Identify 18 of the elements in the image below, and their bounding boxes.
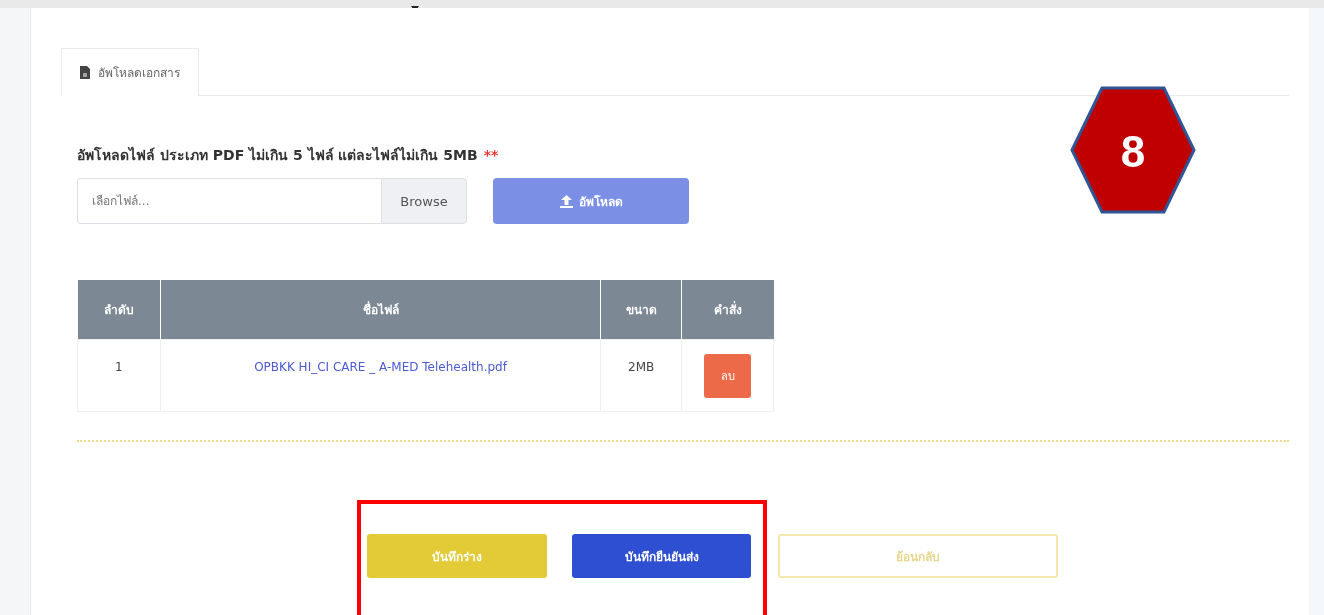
table-cell: 1 [77, 339, 161, 412]
column-header: ขนาด [600, 280, 682, 340]
upload-icon [559, 194, 573, 208]
file-input-field[interactable]: เลือกไฟล์... [77, 178, 381, 224]
tab[interactable]: อัพโหลดเอกสาร [61, 48, 199, 96]
column-header: ชื่อไฟล์ [160, 280, 601, 340]
submit-button[interactable]: บันทึกยืนยันส่ง [572, 534, 751, 578]
upload-instructions: อัพโหลดไฟล์ ประเภท PDF ไม่เกิน 5 ไฟล์ แต่ละไฟล์ไม่เกิน 5MB [77, 147, 478, 163]
table-cell: 2MB [600, 339, 682, 412]
document-icon [80, 66, 90, 79]
required-mark: ** [483, 147, 499, 163]
browse-button[interactable]: Browse [381, 178, 467, 224]
column-header: คำสั่ง [681, 280, 774, 340]
column-header: ลำดับ [77, 280, 161, 340]
delete-button[interactable]: ลบ [704, 354, 752, 398]
file-link[interactable]: OPBKK HI_CI CARE _ A-MED Telehealth.pdf [254, 360, 507, 374]
step-badge: 8 [1070, 86, 1196, 214]
upload-button[interactable]: อัพโหลด [493, 178, 689, 224]
